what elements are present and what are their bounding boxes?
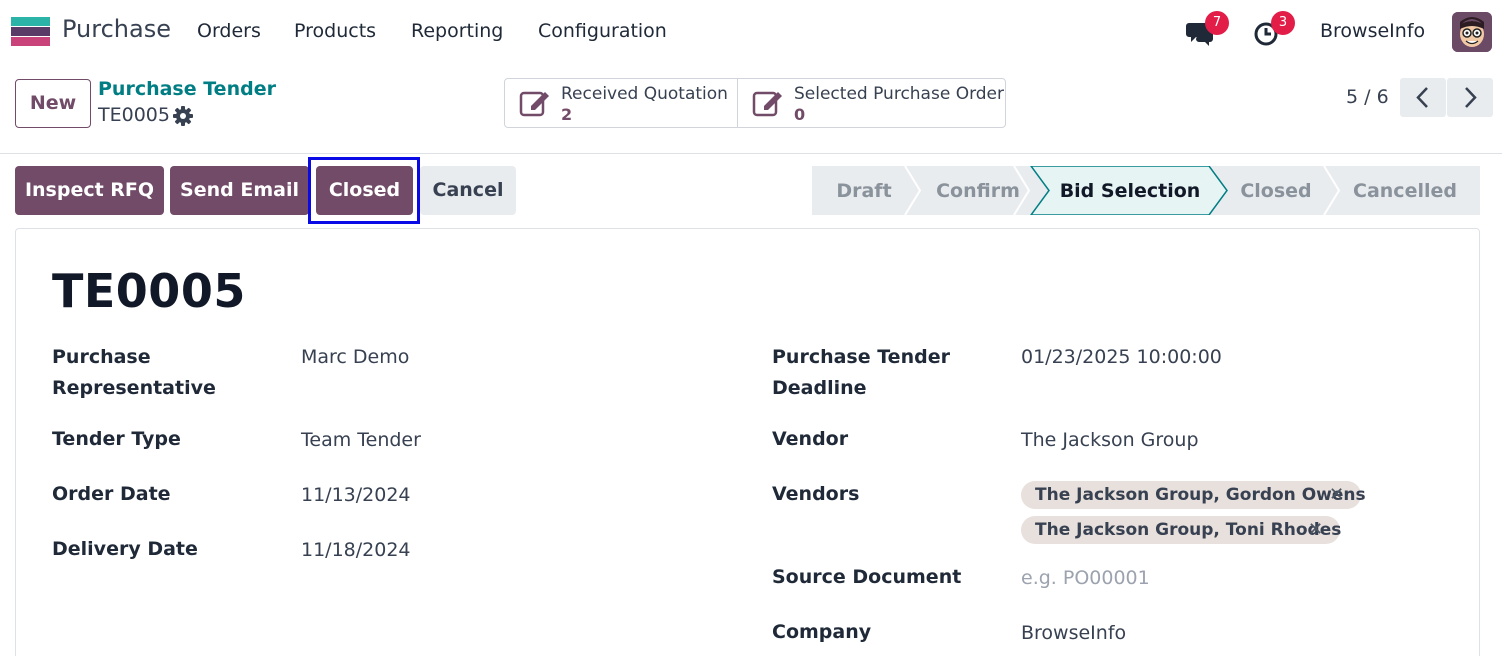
purchase-representative-label: Purchase Representative	[52, 346, 216, 399]
vendor-label: Vendor	[772, 428, 849, 450]
company-label: Company	[772, 621, 872, 643]
activities-count-badge: 3	[1271, 11, 1295, 35]
stage-confirm[interactable]: Confirm	[936, 180, 1020, 202]
delivery-date-field[interactable]: 11/18/2024	[301, 535, 411, 566]
stage-closed[interactable]: Closed	[1240, 180, 1311, 202]
breadcrumb-purchase-tender[interactable]: Purchase Tender	[98, 78, 276, 100]
company-field[interactable]: BrowseInfo	[1021, 618, 1126, 649]
menu-reporting[interactable]: Reporting	[411, 20, 503, 42]
chevron-left-icon	[1416, 87, 1428, 108]
order-date-field[interactable]: 11/13/2024	[301, 480, 411, 511]
selected-purchase-order-label: Selected Purchase Order	[794, 84, 1005, 104]
received-quotation-button[interactable]: Received Quotation 2	[505, 79, 738, 127]
menu-products[interactable]: Products	[294, 20, 376, 42]
pager-next-button[interactable]	[1447, 78, 1493, 117]
new-button[interactable]: New	[15, 79, 91, 128]
tender-type-field[interactable]: Team Tender	[301, 425, 421, 456]
vendor-tag[interactable]: The Jackson Group, Gordon Owens ✕	[1021, 481, 1366, 509]
edit-icon	[519, 91, 549, 117]
purchase-representative-field[interactable]: Marc Demo	[301, 342, 409, 373]
app-name[interactable]: Purchase	[62, 15, 171, 43]
inspect-rfq-button[interactable]: Inspect RFQ	[15, 166, 164, 215]
vendor-field[interactable]: The Jackson Group	[1021, 425, 1199, 456]
status-bar: Draft Confirm Bid Selection Closed Cance…	[812, 166, 1480, 215]
stage-bid-selection[interactable]: Bid Selection	[1060, 180, 1201, 202]
vendor-tag-label: The Jackson Group, Gordon Owens	[1035, 485, 1366, 505]
company-switcher[interactable]: BrowseInfo	[1320, 20, 1425, 42]
source-document-input[interactable]: e.g. PO00001	[1021, 563, 1150, 594]
record-title: TE0005	[52, 264, 246, 318]
purchase-app-icon[interactable]	[11, 17, 50, 46]
breadcrumb-current-record: TE0005	[98, 104, 170, 126]
vendor-tag-label: The Jackson Group, Toni Rhodes	[1035, 520, 1342, 540]
received-quotation-label: Received Quotation	[561, 84, 728, 104]
control-panel-divider	[0, 153, 1502, 154]
gear-icon[interactable]	[173, 106, 193, 126]
delivery-date-label: Delivery Date	[52, 538, 198, 560]
order-date-label: Order Date	[52, 483, 171, 505]
smart-buttons: Received Quotation 2 Selected Purchase O…	[504, 78, 1006, 128]
user-avatar[interactable]	[1452, 12, 1492, 52]
chevron-right-icon	[1465, 87, 1477, 108]
vendors-label: Vendors	[772, 483, 860, 505]
selected-purchase-order-count: 0	[794, 105, 806, 124]
messages-count-badge: 7	[1205, 11, 1229, 35]
stage-cancelled[interactable]: Cancelled	[1353, 180, 1457, 202]
edit-icon	[752, 91, 782, 117]
deadline-label: Purchase Tender Deadline	[772, 346, 950, 399]
pager-value[interactable]: 5 / 6	[1346, 86, 1389, 108]
stage-draft[interactable]: Draft	[836, 180, 891, 202]
remove-tag-icon[interactable]: ✕	[1329, 481, 1344, 509]
received-quotation-count: 2	[561, 105, 573, 124]
deadline-field[interactable]: 01/23/2025 10:00:00	[1021, 342, 1222, 373]
vendor-tag[interactable]: The Jackson Group, Toni Rhodes ✕	[1021, 516, 1342, 544]
tender-type-label: Tender Type	[52, 428, 181, 450]
closed-button-highlight	[308, 157, 420, 224]
remove-tag-icon[interactable]: ✕	[1308, 516, 1323, 544]
pager-previous-button[interactable]	[1400, 78, 1446, 117]
menu-orders[interactable]: Orders	[197, 20, 261, 42]
send-email-button[interactable]: Send Email	[170, 166, 309, 215]
menu-configuration[interactable]: Configuration	[538, 20, 667, 42]
selected-purchase-order-button[interactable]: Selected Purchase Order 0	[738, 79, 1005, 127]
top-navbar: Purchase Orders Products Reporting Confi…	[0, 0, 1502, 64]
avatar-face-icon	[1452, 12, 1492, 52]
cancel-button[interactable]: Cancel	[420, 166, 516, 215]
source-document-label: Source Document	[772, 566, 962, 588]
